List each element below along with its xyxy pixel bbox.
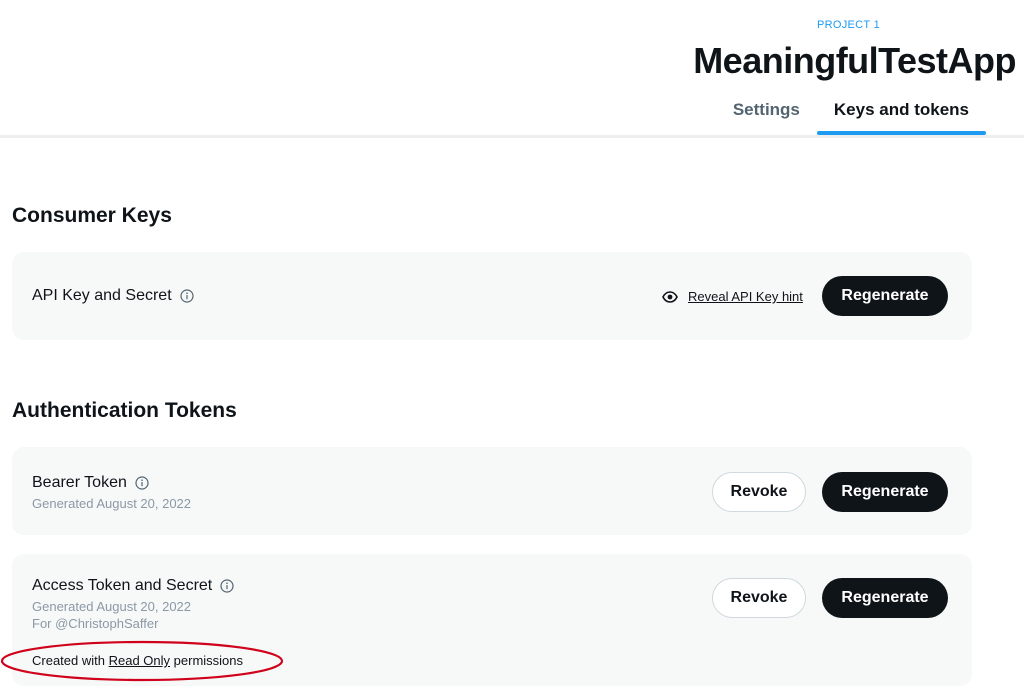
- regenerate-access-token-button[interactable]: Regenerate: [822, 578, 948, 618]
- access-token-user: For @ChristophSaffer: [32, 616, 159, 631]
- reveal-api-key-hint[interactable]: Reveal API Key hint: [662, 289, 803, 304]
- revoke-access-token-button[interactable]: Revoke: [712, 578, 806, 618]
- info-icon[interactable]: [180, 289, 194, 303]
- annotation-ellipse: [0, 640, 284, 682]
- bearer-token-title: Bearer Token: [32, 474, 149, 492]
- bearer-token-label: Bearer Token: [32, 474, 127, 491]
- api-key-card: API Key and Secret Reveal API Key hint R…: [12, 252, 972, 340]
- access-token-generated: Generated August 20, 2022: [32, 599, 192, 614]
- eye-icon: [662, 290, 678, 303]
- reveal-api-key-link[interactable]: Reveal API Key hint: [688, 289, 803, 304]
- app-title: MeaningfulTestApp: [693, 40, 1016, 81]
- api-key-label: API Key and Secret: [32, 287, 172, 304]
- tab-settings[interactable]: Settings: [716, 93, 817, 135]
- tab-keys-and-tokens[interactable]: Keys and tokens: [816, 93, 987, 135]
- revoke-bearer-token-button[interactable]: Revoke: [712, 472, 806, 512]
- access-token-title: Access Token and Secret: [32, 577, 234, 595]
- consumer-keys-heading: Consumer Keys: [12, 204, 172, 227]
- api-key-title: API Key and Secret: [32, 287, 194, 305]
- bearer-token-card: Bearer Token Generated August 20, 2022 R…: [12, 447, 972, 535]
- app-header: PROJECT 1 MeaningfulTestApp Settings Key…: [0, 0, 1024, 138]
- project-label: PROJECT 1: [816, 19, 880, 31]
- access-token-label: Access Token and Secret: [32, 577, 213, 594]
- tab-bar: Settings Keys and tokens: [716, 93, 987, 135]
- regenerate-api-key-button[interactable]: Regenerate: [822, 276, 948, 316]
- info-icon[interactable]: [220, 579, 234, 593]
- info-icon[interactable]: [135, 476, 149, 490]
- auth-tokens-heading: Authentication Tokens: [12, 399, 237, 422]
- bearer-token-generated: Generated August 20, 2022: [32, 496, 192, 511]
- regenerate-bearer-token-button[interactable]: Regenerate: [822, 472, 948, 512]
